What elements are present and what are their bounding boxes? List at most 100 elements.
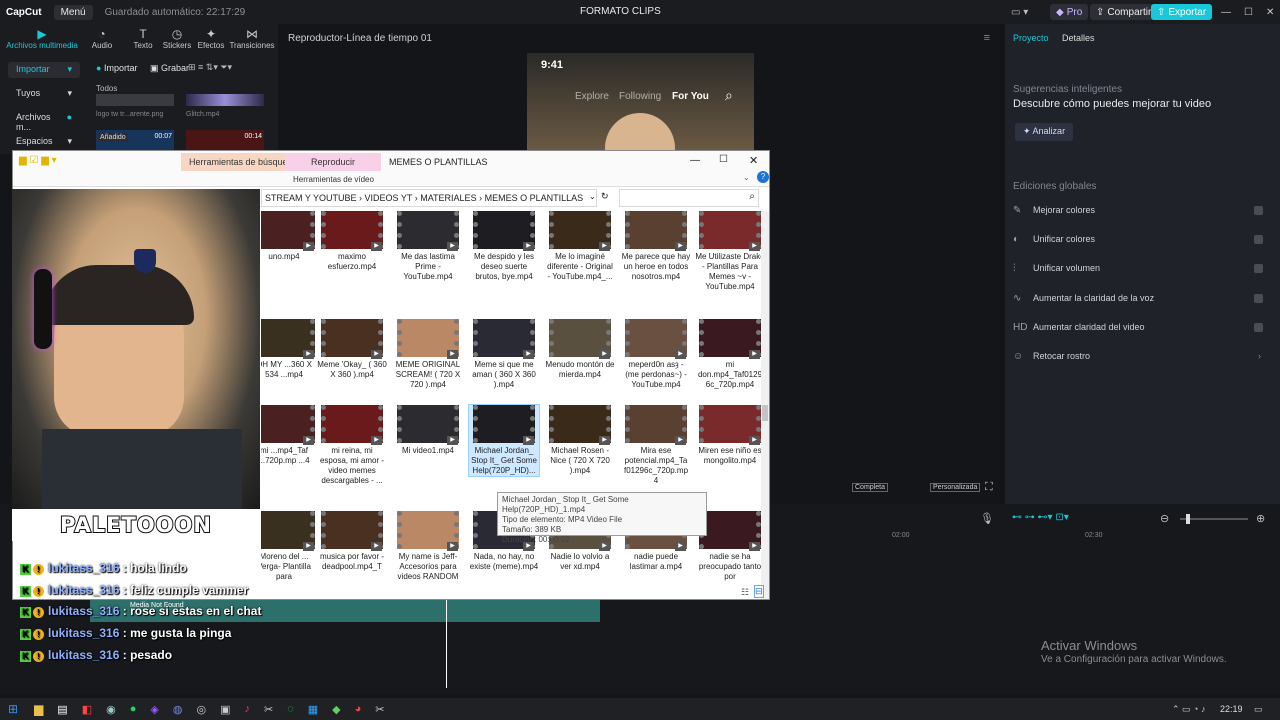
file-item[interactable]: ▶ meperd0n asȝ - (me perdonas~) - YouTube… (621, 319, 691, 390)
file-item[interactable]: ▶ mi don.mp4_Taf0129 6c_720p.mp4 (695, 319, 761, 390)
tab-details[interactable]: Detalles (1062, 33, 1095, 43)
analyze-button[interactable]: ✦ Analizar (1015, 123, 1074, 141)
file-item[interactable]: ▶ Me lo imaginé diferente - Original - Yo… (545, 211, 615, 282)
media-icon[interactable]: ◧ (82, 703, 92, 716)
tab-audio[interactable]: ◔ Audio (78, 24, 126, 50)
file-item[interactable]: ▶ Moreno del ... Verga- Plantilla para (261, 511, 319, 582)
tab-text[interactable]: T Texto (126, 24, 160, 50)
zoom-handle[interactable] (1186, 514, 1190, 524)
file-item[interactable]: ▶ OH MY ...360 X 534 ...mp4 (261, 319, 319, 380)
notes-icon[interactable]: ▤ (57, 703, 67, 716)
tab-transitions[interactable]: ⋈ Transiciones (228, 24, 276, 50)
tiktok-icon[interactable]: ♪ (244, 703, 250, 715)
minimize-icon[interactable]: — (1215, 4, 1237, 20)
windows-start-icon[interactable]: ⊞ (8, 702, 18, 716)
chevron-down-icon[interactable]: ⌄ (589, 192, 596, 201)
filter-all[interactable]: Todos (96, 84, 117, 93)
item-voice-clarity[interactable]: ∿ Aumentar la claridad de la voz (1013, 284, 1263, 312)
app-icon[interactable]: ▣ (220, 703, 230, 716)
menu-icon[interactable]: ≡ (984, 32, 990, 44)
tray-icons[interactable]: ⌃ ▭ ◔ ♪ (1172, 704, 1205, 715)
breadcrumb[interactable]: MEMES O PLANTILLAS (485, 193, 584, 203)
file-item[interactable]: ▶ Me parece que hay un heroe en todos nos… (621, 211, 691, 282)
file-item[interactable]: ▶ Mi video1.mp4 (393, 405, 463, 456)
chevron-down-icon[interactable]: ⌄ (743, 173, 750, 182)
file-item[interactable]: ▶ musica por favor - deadpool.mp4_T (317, 511, 387, 572)
file-item[interactable]: ▶ My name is Jeff- Accesorios para videos… (393, 511, 463, 582)
tab-media[interactable]: ▶ Archivos multimedia (6, 24, 78, 50)
spotify-icon[interactable]: ● (130, 703, 137, 715)
file-item[interactable]: ▶ maximo esfuerzo.mp4 (317, 211, 387, 272)
capcut-icon[interactable]: ✂ (264, 703, 273, 716)
capcut-open-icon[interactable]: ✂ (375, 703, 384, 716)
zoom-in-icon[interactable]: ⊕ (1256, 512, 1265, 525)
menu-button[interactable]: Menú (53, 4, 93, 20)
tab-effects[interactable]: ✦ Efectos (194, 24, 228, 50)
item-unify-volume[interactable]: ⫶ Unificar volumen (1013, 254, 1263, 282)
export-button[interactable]: ⇧ Exportar (1151, 4, 1213, 20)
tab-project[interactable]: Proyecto (1013, 33, 1049, 43)
ratio-custom[interactable]: Personalizada (930, 483, 981, 492)
file-item[interactable]: ▶ Meme si que me aman ( 360 X 360 ).mp4 (469, 319, 539, 390)
pro-button[interactable]: ◆ Pro (1050, 4, 1089, 20)
record-button[interactable]: ▣ Grabar (150, 63, 189, 74)
file-item[interactable]: ▶ Mira ese potencial.mp4_Ta f01296c_720p.… (621, 405, 691, 486)
link-icons[interactable]: ⊷ ⊶ ⊷▾ ⊡▾ (1012, 512, 1069, 523)
media-thumb-clip[interactable]: 00:14 (186, 130, 264, 150)
scrollbar[interactable] (761, 211, 769, 599)
details-view-icon[interactable]: ☷ (741, 587, 749, 598)
toggle[interactable] (1254, 205, 1263, 215)
tab-stickers[interactable]: ◷ Stickers (160, 24, 194, 50)
steam-icon[interactable]: ◉ (106, 703, 116, 716)
obs-icon[interactable]: ◎ (196, 703, 206, 716)
file-item[interactable]: ▶ Me das lastima Prime - YouTube.mp4 (393, 211, 463, 282)
nav-spaces[interactable]: Espacios ▾ (8, 134, 80, 150)
nav-yours[interactable]: Tuyos ▾ (8, 86, 80, 102)
zoom-slider[interactable] (1180, 514, 1248, 524)
file-item[interactable]: ▶ Meme 'Okay_ ( 360 X 360 ).mp4 (317, 319, 387, 380)
tab-play[interactable]: Reproducir (285, 153, 381, 171)
file-item[interactable]: ▶ Michael Rosen - Nice ( 720 X 720 ).mp4 (545, 405, 615, 476)
toggle[interactable] (1254, 263, 1263, 273)
file-item[interactable]: ▶ Miren ese niño es mongolito.mp4 (695, 405, 761, 466)
breadcrumb[interactable]: VIDEOS YT (365, 193, 413, 203)
whatsapp-icon[interactable]: ◌ (287, 703, 294, 715)
mic-icon[interactable]: 🎙 (980, 512, 994, 525)
media-thumb-glitch[interactable] (186, 94, 264, 106)
toggle[interactable] (1254, 293, 1263, 303)
scroll-thumb[interactable] (762, 405, 768, 421)
media-thumb-logo[interactable] (96, 94, 174, 106)
nav-files[interactable]: Archivos m... ● (8, 110, 80, 132)
toggle[interactable] (1254, 234, 1263, 244)
icons-view-icon[interactable]: ⊟ (754, 585, 764, 598)
ratio-complete[interactable]: Completa (852, 483, 888, 492)
nav-import[interactable]: Importar ▾ (8, 62, 80, 78)
help-icon[interactable]: ? (757, 171, 769, 183)
maximize-icon[interactable]: ☐ (719, 154, 728, 165)
media-thumb-added[interactable]: Añadido 00:07 (96, 130, 174, 150)
chrome-icon[interactable]: ◕ (355, 703, 362, 715)
notification-icon[interactable]: ▭ (1254, 704, 1263, 715)
photoshop-icon[interactable]: ▦ (308, 703, 318, 716)
item-unify-colors[interactable]: ◐ Unificar colores (1013, 225, 1263, 253)
discord-icon[interactable]: ◍ (173, 703, 183, 716)
twitch-icon[interactable]: ◈ (150, 703, 158, 716)
close-icon[interactable]: ✕ (1260, 4, 1280, 20)
layout-icon[interactable]: ▭ ▾ (1005, 4, 1034, 20)
item-video-clarity[interactable]: HD Aumentar claridad del video (1013, 313, 1263, 341)
toggle[interactable] (1254, 322, 1263, 332)
file-explorer-icon[interactable]: ▆ (34, 702, 43, 716)
file-item[interactable]: ▶ Menudo montón de mierda.mp4 (545, 319, 615, 380)
breadcrumb[interactable]: MATERIALES (420, 193, 476, 203)
file-item[interactable]: ▶ mi ...mp4_Taf ...720p.mp ...4 (261, 405, 319, 466)
file-item[interactable]: ▶ Me despido y les deseo suerte brutos, b… (469, 211, 539, 282)
item-face-retouch[interactable]: ☺ Retocar rostro › (1013, 342, 1263, 370)
file-item[interactable]: ▶ Michael Jordan_ Stop It_ Get Some Help(… (468, 404, 540, 477)
address-bar[interactable]: STREAM Y YOUTUBE › VIDEOS YT › MATERIALE… (261, 189, 597, 207)
fullscreen-icon[interactable]: ⛶ (985, 481, 993, 494)
view-icons[interactable]: ⊞ ≡ ⇅▾ ⏷▾ (188, 62, 232, 73)
file-item[interactable]: ▶ mi reina, mi esposa, mi amor - video me… (317, 405, 387, 486)
share-button[interactable]: ⇪ Compartir (1090, 4, 1158, 20)
zoom-out-icon[interactable]: ⊖ (1160, 512, 1169, 525)
file-item[interactable]: ▶ MEME ORIGINAL SCREAM! ( 720 X 720 ).mp4 (393, 319, 463, 390)
